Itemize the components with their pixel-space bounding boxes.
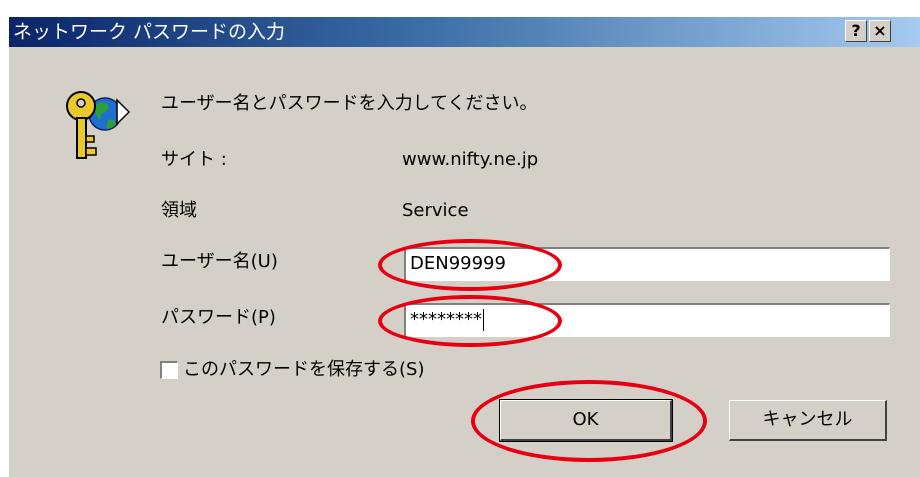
password-dialog: ネットワーク パスワードの入力 ? × ユーザー名とパスワードを入力してください… xyxy=(9,17,920,477)
save-password-checkbox[interactable] xyxy=(160,361,178,379)
realm-value: Service xyxy=(402,200,469,221)
close-button[interactable]: × xyxy=(869,20,891,42)
site-value: www.nifty.ne.jp xyxy=(402,149,539,170)
help-button[interactable]: ? xyxy=(845,20,867,42)
ok-button[interactable]: OK xyxy=(499,399,673,442)
title-bar[interactable]: ネットワーク パスワードの入力 ? × xyxy=(9,17,920,47)
username-value: DEN99999 xyxy=(410,253,506,274)
instruction-text: ユーザー名とパスワードを入力してください。 xyxy=(161,93,538,114)
text-caret xyxy=(483,309,484,331)
save-password-label[interactable]: このパスワードを保存する(S) xyxy=(183,359,424,381)
username-input[interactable]: DEN99999 xyxy=(404,247,890,281)
cancel-button[interactable]: キャンセル xyxy=(729,400,887,441)
keys-icon xyxy=(66,91,131,159)
username-label: ユーザー名(U) xyxy=(161,251,278,272)
site-label: サイト : xyxy=(161,149,227,170)
dialog-title: ネットワーク パスワードの入力 xyxy=(13,21,286,43)
password-input[interactable]: ******** xyxy=(404,303,890,337)
password-value: ******** xyxy=(410,309,482,330)
realm-label: 領域 xyxy=(161,200,197,221)
password-label: パスワード(P) xyxy=(161,307,276,328)
key-icon xyxy=(66,91,97,159)
